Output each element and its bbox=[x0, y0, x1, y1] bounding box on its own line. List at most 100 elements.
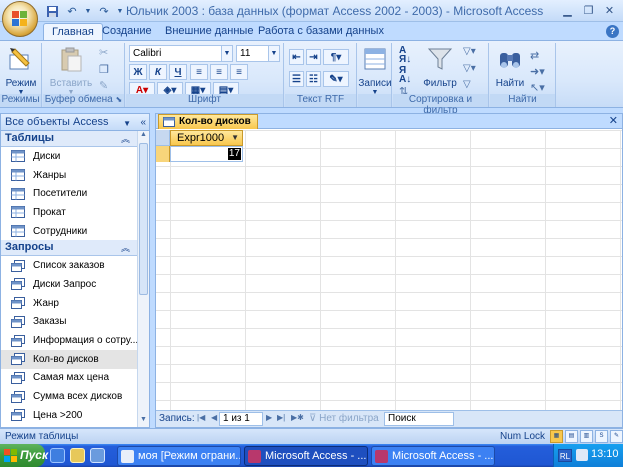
minimize-button[interactable]: ▁ bbox=[558, 2, 577, 19]
format-painter-icon[interactable]: ✎ bbox=[99, 79, 108, 92]
tab-database-tools[interactable]: Работа с базами данных bbox=[250, 23, 392, 40]
help-icon[interactable]: ? bbox=[606, 25, 619, 38]
filter-button[interactable]: Фильтр bbox=[421, 43, 459, 89]
sql-view-icon[interactable]: S bbox=[595, 430, 608, 443]
decrease-indent-icon[interactable]: ⇤ bbox=[289, 49, 304, 65]
toggle-filter-icon[interactable]: ▽ bbox=[463, 79, 471, 90]
next-record-icon[interactable]: ▶ bbox=[266, 413, 272, 422]
close-icon[interactable]: ✕ bbox=[609, 114, 618, 127]
advanced-filter-icon[interactable]: ▽▾ bbox=[463, 63, 476, 74]
undo-dropdown-icon[interactable]: ▼ bbox=[84, 3, 92, 19]
column-header[interactable]: Expr1000 ▼ bbox=[170, 130, 243, 146]
qat-customize-icon[interactable]: ▼ bbox=[116, 3, 124, 19]
ie-icon[interactable] bbox=[50, 448, 65, 463]
nav-query-item[interactable]: Диски Запрос bbox=[1, 275, 138, 294]
nav-query-item[interactable]: Список заказов bbox=[1, 256, 138, 275]
collapse-section-icon[interactable]: ︽ bbox=[121, 132, 130, 147]
datasheet-grid[interactable]: Expr1000 ▼ 17 bbox=[156, 130, 622, 410]
increase-indent-icon[interactable]: ⇥ bbox=[306, 49, 321, 65]
select-all-box[interactable] bbox=[156, 130, 170, 146]
pivot-chart-view-icon[interactable]: ▥ bbox=[580, 430, 593, 443]
underline-button[interactable]: Ч bbox=[169, 64, 187, 80]
collapse-pane-icon[interactable]: « bbox=[140, 115, 146, 131]
redo-icon[interactable]: ↷ bbox=[96, 3, 112, 19]
close-button[interactable]: ✕ bbox=[600, 2, 619, 19]
design-view-icon[interactable]: ✎ bbox=[610, 430, 623, 443]
font-name-combo[interactable]: Calibri ▼ bbox=[129, 45, 233, 62]
sort-ascending-icon[interactable]: A Я↓ bbox=[399, 46, 411, 65]
paragraph-icon[interactable]: ¶▾ bbox=[323, 49, 349, 65]
nav-scrollbar[interactable]: ▲ ▼ bbox=[137, 131, 149, 427]
record-position-field[interactable]: 1 из 1 bbox=[219, 412, 263, 426]
selection-filter-icon[interactable]: ▽▾ bbox=[463, 46, 476, 57]
outlook-icon[interactable] bbox=[70, 448, 85, 463]
nav-query-item[interactable]: Информация о сотру... bbox=[1, 331, 138, 350]
table-cell[interactable]: 17 bbox=[170, 146, 243, 162]
nav-table-item[interactable]: Прокат bbox=[1, 203, 138, 222]
sort-descending-icon[interactable]: Я A↓ bbox=[399, 66, 411, 85]
tab-external-data[interactable]: Внешние данные bbox=[157, 23, 261, 40]
align-right-icon[interactable]: ≡ bbox=[230, 64, 248, 80]
start-button[interactable]: Пуск bbox=[0, 444, 48, 467]
goto-icon[interactable]: ➜▾ bbox=[530, 65, 545, 78]
bold-button[interactable]: Ж bbox=[129, 64, 147, 80]
nav-section-header[interactable]: Таблицы ︽ bbox=[1, 131, 138, 147]
dialog-launcher-icon[interactable]: ⬊ bbox=[116, 95, 123, 104]
align-left-icon[interactable]: ≡ bbox=[190, 64, 208, 80]
records-button[interactable]: Записи ▼ bbox=[358, 43, 392, 96]
save-icon[interactable] bbox=[44, 3, 60, 19]
language-indicator[interactable]: RL bbox=[558, 449, 572, 462]
highlight-icon[interactable]: ✎▾ bbox=[323, 71, 349, 87]
nav-header[interactable]: Все объекты Access ▼ « bbox=[1, 114, 149, 131]
nav-table-item[interactable]: Жанры bbox=[1, 166, 138, 185]
filter-status[interactable]: ⊽ Нет фильтра bbox=[309, 413, 379, 424]
new-record-icon[interactable]: ▶✱ bbox=[291, 413, 304, 422]
italic-button[interactable]: К bbox=[149, 64, 167, 80]
taskbar-item-access[interactable]: Microsoft Access - ... bbox=[371, 446, 495, 466]
nav-query-item[interactable]: Цена >200 bbox=[1, 406, 138, 425]
desktop-icon[interactable] bbox=[90, 448, 105, 463]
nav-query-item[interactable]: Самая мах цена bbox=[1, 369, 138, 388]
taskbar-item-access-active[interactable]: Microsoft Access - ... bbox=[244, 446, 368, 466]
record-label: Запись: bbox=[159, 413, 195, 424]
chevron-down-icon[interactable]: ▼ bbox=[231, 131, 239, 145]
align-center-icon[interactable]: ≡ bbox=[210, 64, 228, 80]
nav-section-header[interactable]: Запросы ︽ bbox=[1, 240, 138, 257]
taskbar-item-word[interactable]: моя [Режим ограни... bbox=[117, 446, 241, 466]
collapse-section-icon[interactable]: ︽ bbox=[121, 241, 130, 256]
numbering-icon[interactable]: ☷ bbox=[306, 71, 321, 87]
select-icon[interactable]: ↖▾ bbox=[530, 81, 545, 94]
speaker-icon[interactable] bbox=[576, 449, 588, 461]
bullets-icon[interactable]: ☰ bbox=[289, 71, 304, 87]
font-size-combo[interactable]: 11 ▼ bbox=[236, 45, 280, 62]
copy-icon[interactable]: ❐ bbox=[99, 63, 109, 76]
nav-table-item[interactable]: Диски bbox=[1, 147, 138, 166]
tab-create[interactable]: Создание bbox=[94, 23, 160, 40]
view-button[interactable]: Режим ▼ bbox=[3, 43, 39, 96]
nav-query-item[interactable]: Кол-во дисков bbox=[1, 349, 138, 369]
document-tab[interactable]: Кол-во дисков bbox=[158, 114, 258, 129]
last-record-icon[interactable]: ▶| bbox=[277, 413, 285, 422]
restore-button[interactable]: ❐ bbox=[579, 2, 598, 19]
scroll-down-icon[interactable]: ▼ bbox=[138, 416, 149, 427]
row-selector[interactable] bbox=[156, 146, 170, 162]
nav-table-item[interactable]: Посетители bbox=[1, 184, 138, 203]
nav-query-item[interactable]: Жанр bbox=[1, 294, 138, 313]
first-record-icon[interactable]: |◀ bbox=[197, 413, 205, 422]
paste-button[interactable]: Вставить ▼ bbox=[47, 43, 95, 96]
undo-icon[interactable]: ↶ bbox=[64, 3, 80, 19]
chevron-down-icon[interactable]: ▼ bbox=[123, 116, 131, 132]
nav-query-item[interactable]: Сумма всех дисков bbox=[1, 387, 138, 406]
datasheet-view-icon[interactable]: ▦ bbox=[550, 430, 563, 443]
search-input[interactable]: Поиск bbox=[384, 412, 454, 426]
scroll-thumb[interactable] bbox=[139, 143, 148, 295]
replace-icon[interactable]: ⇄ bbox=[530, 49, 539, 62]
scroll-up-icon[interactable]: ▲ bbox=[138, 131, 149, 142]
office-button[interactable] bbox=[2, 1, 38, 37]
cut-icon[interactable]: ✂ bbox=[99, 46, 108, 59]
nav-query-item[interactable]: Заказы bbox=[1, 313, 138, 332]
find-button[interactable]: Найти bbox=[492, 43, 528, 89]
pivot-table-view-icon[interactable]: ▤ bbox=[565, 430, 578, 443]
nav-table-item[interactable]: Сотрудники bbox=[1, 222, 138, 241]
prev-record-icon[interactable]: ◀ bbox=[211, 413, 217, 422]
